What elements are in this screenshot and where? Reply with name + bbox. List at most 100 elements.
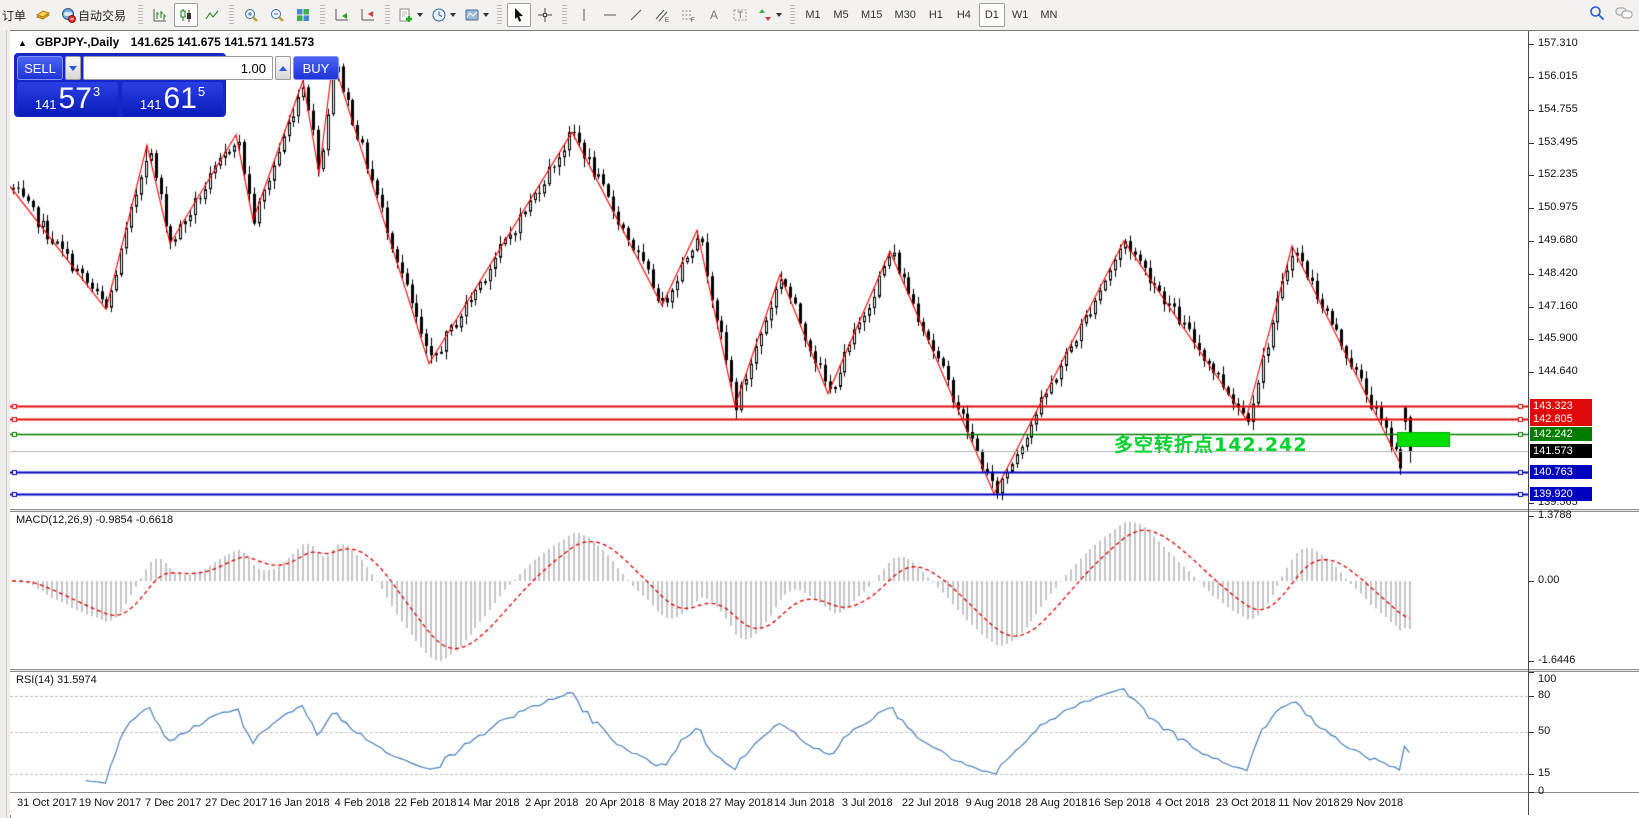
bar-chart-button[interactable]	[148, 3, 172, 27]
price-tick-label: 152.235	[1538, 168, 1578, 180]
price-axis: 157.310156.015154.755153.495152.235150.9…	[1528, 31, 1639, 815]
cursor-button[interactable]	[507, 3, 531, 27]
axis-tick	[1529, 661, 1534, 662]
price-line-label: 143.323	[1530, 399, 1592, 413]
buy-button[interactable]: BUY	[293, 56, 339, 80]
date-label: 16 Jan 2018	[269, 797, 330, 809]
toolbar-handle[interactable]	[320, 5, 325, 25]
line-chart-button[interactable]	[200, 3, 224, 27]
new-order-icon[interactable]	[31, 3, 55, 27]
fibonacci-icon: F	[680, 7, 696, 23]
text-label-button[interactable]: T	[728, 3, 752, 27]
volume-input[interactable]	[83, 56, 273, 80]
axis-tick	[1529, 774, 1534, 775]
autotrading-button[interactable]: 自动交易	[57, 3, 133, 27]
axis-tick	[1529, 696, 1534, 697]
svg-text:F: F	[691, 18, 695, 23]
chart-symbol-title: GBPJPY-,Daily	[35, 35, 119, 49]
price-tick-label: 144.640	[1538, 365, 1578, 377]
timeframe-group: M1M5M15M30H1H4D1W1MN	[799, 3, 1063, 27]
date-label: 19 Nov 2017	[79, 797, 141, 809]
volume-decrease-button[interactable]	[65, 56, 81, 80]
fibonacci-button[interactable]: F	[676, 3, 700, 27]
autotrading-label: 自动交易	[78, 7, 126, 24]
price-line-label: 139.920	[1530, 487, 1592, 501]
date-label: 3 Jul 2018	[842, 797, 893, 809]
trendline-button[interactable]	[624, 3, 648, 27]
crosshair-button[interactable]	[533, 3, 557, 27]
toolbar-handle[interactable]	[562, 5, 567, 25]
date-label: 27 May 2018	[709, 797, 773, 809]
timeframe-button-M30[interactable]: M30	[889, 3, 920, 27]
arrows-icon	[757, 7, 773, 23]
toolbar-handle[interactable]	[229, 5, 234, 25]
axis-tick	[1529, 503, 1534, 504]
volume-increase-button[interactable]	[275, 56, 291, 80]
collapse-panel-icon[interactable]: ▲	[18, 38, 27, 48]
vertical-line-icon	[576, 7, 592, 23]
zoom-out-button[interactable]	[265, 3, 289, 27]
search-icon[interactable]	[1589, 5, 1605, 21]
chevron-down-icon	[450, 13, 456, 17]
axis-tick	[1529, 44, 1534, 45]
date-label: 4 Oct 2018	[1156, 797, 1210, 809]
axis-tick	[1529, 339, 1534, 340]
macd-tick-label: -1.6446	[1538, 654, 1575, 666]
timeframe-button-M15[interactable]: M15	[856, 3, 887, 27]
text-icon: A	[706, 7, 722, 23]
ask-price[interactable]: 141 61 5	[122, 82, 223, 116]
sell-button[interactable]: SELL	[17, 56, 63, 80]
timeframe-button-M5[interactable]: M5	[828, 3, 854, 27]
rsi-pane-canvas[interactable]	[10, 672, 1528, 792]
horizontal-line-button[interactable]	[598, 3, 622, 27]
date-label: 2 Apr 2018	[525, 797, 578, 809]
candlestick-chart-button[interactable]	[174, 3, 198, 27]
zoom-in-button[interactable]	[239, 3, 263, 27]
horizontal-line-icon	[602, 7, 618, 23]
templates-button[interactable]	[461, 3, 492, 27]
toolbar-handle[interactable]	[790, 5, 795, 25]
indicators-button[interactable]	[395, 3, 426, 27]
axis-tick	[1529, 516, 1534, 517]
candlestick-chart-icon	[178, 7, 194, 23]
one-click-trading-panel: SELL BUY 141 57 3 141 61 5	[14, 53, 226, 117]
chat-icon[interactable]	[1615, 5, 1633, 21]
axis-tick	[1529, 792, 1534, 793]
auto-scroll-button[interactable]	[330, 3, 354, 27]
tile-windows-button[interactable]	[291, 3, 315, 27]
timeframe-button-H1[interactable]: H1	[923, 3, 949, 27]
chart-shift-icon	[360, 7, 376, 23]
text-label-icon: T	[732, 7, 748, 23]
pane-separator	[10, 792, 1639, 793]
date-label: 14 Jun 2018	[774, 797, 835, 809]
date-label: 16 Sep 2018	[1088, 797, 1150, 809]
timeframe-button-D1[interactable]: D1	[979, 3, 1005, 27]
axis-tick	[1529, 732, 1534, 733]
equidistant-channel-button[interactable]: E	[650, 3, 674, 27]
timeframe-button-W1[interactable]: W1	[1007, 3, 1034, 27]
bar-chart-icon	[152, 7, 168, 23]
timeframe-button-M1[interactable]: M1	[800, 3, 826, 27]
chart-shift-button[interactable]	[356, 3, 380, 27]
macd-pane-canvas[interactable]	[10, 512, 1528, 669]
macd-tick-label: 0.00	[1538, 574, 1559, 586]
bid-price[interactable]: 141 57 3	[17, 82, 118, 116]
timeframe-button-MN[interactable]: MN	[1035, 3, 1062, 27]
new-order-button[interactable]: 订单	[2, 7, 26, 24]
main-chart-canvas[interactable]	[10, 31, 1528, 509]
arrows-button[interactable]	[754, 3, 785, 27]
date-label: 23 Oct 2018	[1216, 797, 1276, 809]
toolbar-handle[interactable]	[497, 5, 502, 25]
text-button[interactable]: A	[702, 3, 726, 27]
auto-scroll-icon	[334, 7, 350, 23]
rsi-tick-label: 0	[1538, 785, 1544, 797]
price-line-label: 142.242	[1530, 427, 1592, 441]
toolbar-handle[interactable]	[138, 5, 143, 25]
timeframe-button-H4[interactable]: H4	[951, 3, 977, 27]
gold-coin-icon	[35, 7, 51, 23]
periods-button[interactable]	[428, 3, 459, 27]
template-icon	[464, 7, 480, 23]
vertical-line-button[interactable]	[572, 3, 596, 27]
toolbar-handle[interactable]	[385, 5, 390, 25]
bid-prefix: 141	[35, 97, 57, 112]
